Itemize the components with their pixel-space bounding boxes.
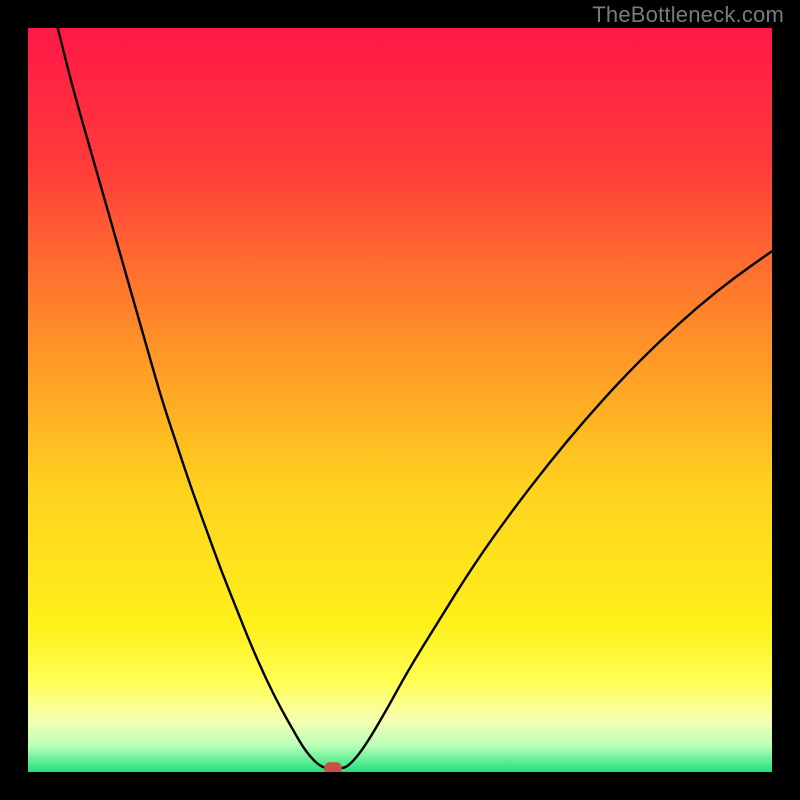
watermark-text: TheBottleneck.com: [592, 2, 784, 28]
chart-container: TheBottleneck.com: [0, 0, 800, 800]
chart-svg: [28, 28, 772, 772]
minimum-marker-dot: [324, 762, 342, 772]
minimum-marker: [324, 762, 342, 772]
plot-area: [28, 28, 772, 772]
gradient-background: [28, 28, 772, 772]
